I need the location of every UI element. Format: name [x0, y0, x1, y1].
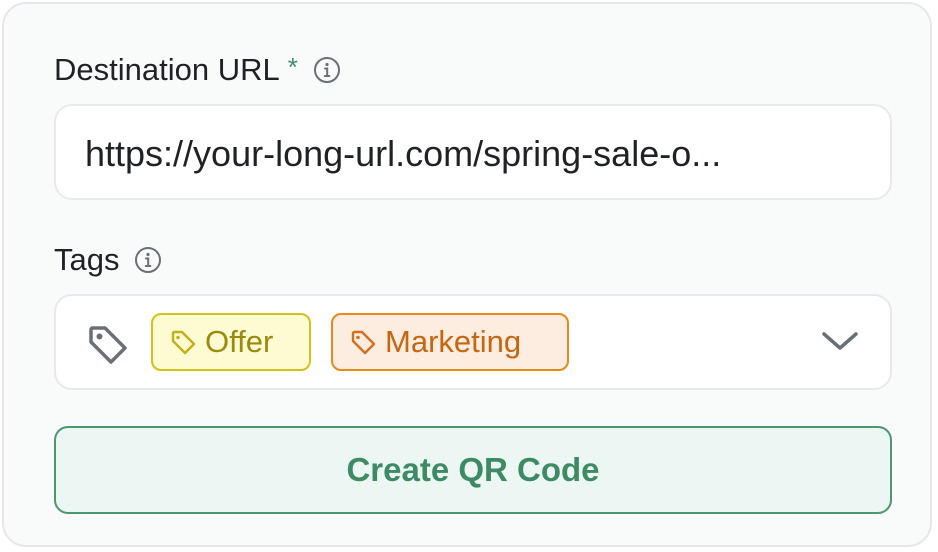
required-marker: * — [287, 51, 298, 82]
create-qr-card: Destination URL * https://your-long-url.… — [2, 2, 932, 547]
destination-url-label-row: Destination URL * — [54, 54, 342, 85]
tags-label-row: Tags — [54, 244, 163, 275]
tag-chip-offer[interactable]: Offer — [151, 313, 311, 371]
tag-icon — [171, 330, 196, 355]
create-qr-code-button[interactable]: Create QR Code — [54, 426, 892, 514]
tags-select[interactable]: Offer Marketing — [54, 294, 892, 390]
destination-url-value: https://your-long-url.com/spring-sale-o.… — [85, 133, 722, 174]
info-icon[interactable] — [133, 245, 163, 275]
info-icon[interactable] — [312, 55, 342, 85]
tag-icon — [351, 330, 376, 355]
tag-chip-marketing[interactable]: Marketing — [331, 313, 569, 371]
tag-chip-label: Offer — [205, 324, 274, 359]
destination-url-input[interactable]: https://your-long-url.com/spring-sale-o.… — [54, 104, 892, 200]
destination-url-label: Destination URL — [54, 52, 280, 87]
tag-icon — [86, 322, 132, 368]
tag-chip-label: Marketing — [385, 324, 522, 359]
tags-label: Tags — [54, 242, 120, 277]
chevron-down-icon[interactable] — [820, 326, 860, 356]
